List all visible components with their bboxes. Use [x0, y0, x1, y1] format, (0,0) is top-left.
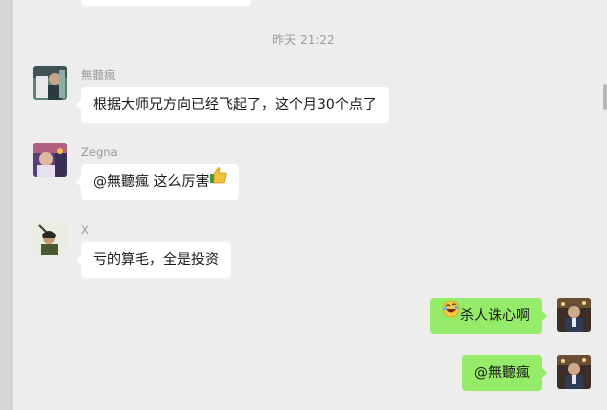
message-bubble[interactable]: 根据大师兄方向已经飞起了，这个月30个点了 — [76, 87, 389, 123]
message-text: 根据大师兄方向已经飞起了，这个月30个点了 — [93, 97, 377, 113]
message-bubble[interactable]: 亏的算毛，全是投资 — [76, 242, 231, 278]
timestamp: 昨天 21:22 — [272, 33, 335, 47]
scrollbar-thumb[interactable] — [603, 84, 607, 110]
message-bubble-self[interactable]: 杀人诛心啊 — [430, 296, 547, 334]
bubble-tail — [76, 100, 81, 110]
thumbs-up-icon — [209, 162, 227, 198]
avatar[interactable] — [33, 221, 67, 255]
avatar[interactable] — [33, 66, 67, 100]
bubble-tail — [76, 255, 81, 265]
rolling-laughing-icon — [442, 296, 460, 332]
message-bubble-self[interactable]: @無聽瘋 — [462, 355, 547, 391]
avatar[interactable] — [33, 143, 67, 177]
scrollbar-track[interactable] — [600, 0, 607, 410]
previous-message-bubble[interactable] — [81, 0, 251, 6]
sender-name: X — [81, 223, 89, 237]
sender-name: 無聽瘋 — [81, 68, 116, 82]
avatar-self[interactable] — [557, 355, 591, 389]
bubble-tail — [542, 311, 547, 321]
sender-name: Zegna — [81, 145, 118, 159]
bubble-tail — [542, 368, 547, 378]
avatar-self[interactable] — [557, 298, 591, 332]
bubble-tail — [76, 177, 81, 187]
message-text: @無聽瘋 这么厉害 — [93, 174, 210, 190]
conversation-list-edge — [0, 0, 13, 410]
message-text: @無聽瘋 — [474, 365, 530, 381]
message-text: 亏的算毛，全是投资 — [93, 252, 219, 268]
message-bubble[interactable]: @無聽瘋 这么厉害 — [76, 162, 240, 200]
message-text: 杀人诛心啊 — [460, 308, 530, 324]
